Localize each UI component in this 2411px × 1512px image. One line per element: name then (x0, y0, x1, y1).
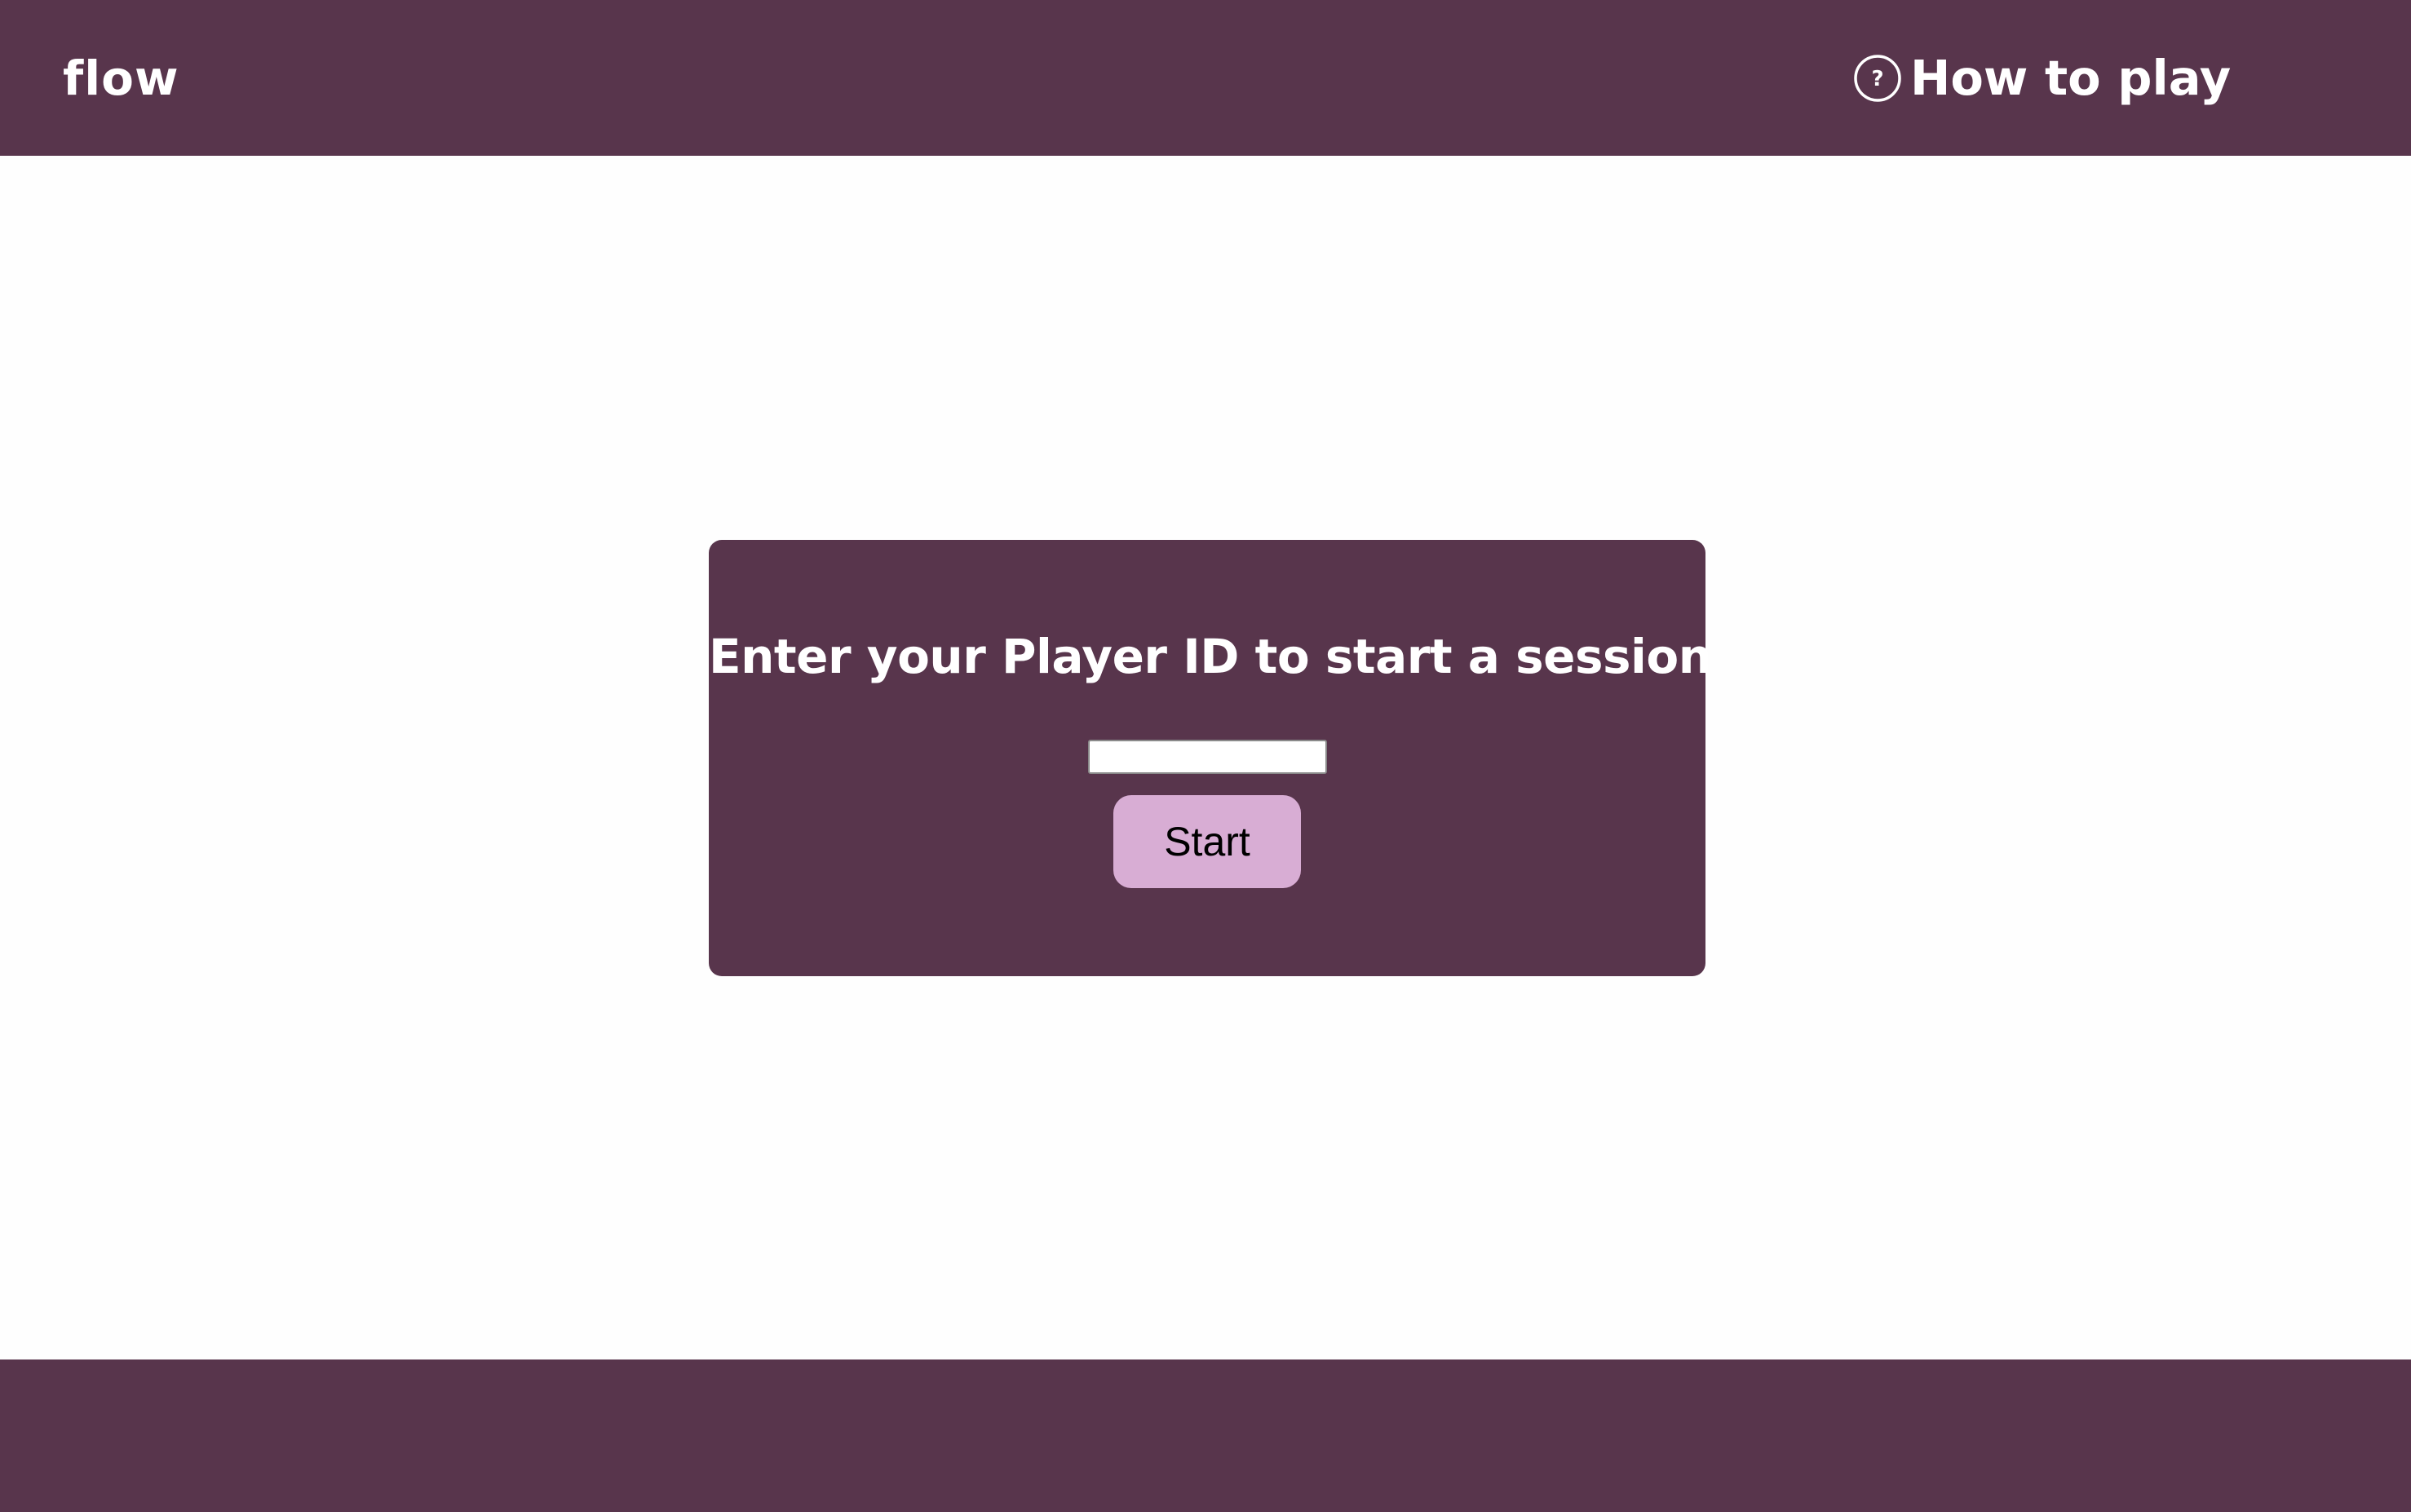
start-button[interactable]: Start (1113, 795, 1301, 888)
how-to-play-label: How to play (1910, 50, 2232, 106)
top-bar: flow ? How to play (0, 0, 2411, 156)
session-card: Enter your Player ID to start a session … (709, 540, 1712, 976)
how-to-play-link[interactable]: ? How to play (1853, 47, 2231, 109)
player-id-input[interactable] (1088, 740, 1327, 774)
footer-bar (0, 1359, 2411, 1512)
svg-text:?: ? (1871, 67, 1883, 91)
question-circle-icon: ? (1854, 55, 1901, 102)
session-card-title: Enter your Player ID to start a session (709, 629, 1712, 684)
app-logo[interactable]: flow (63, 47, 179, 109)
